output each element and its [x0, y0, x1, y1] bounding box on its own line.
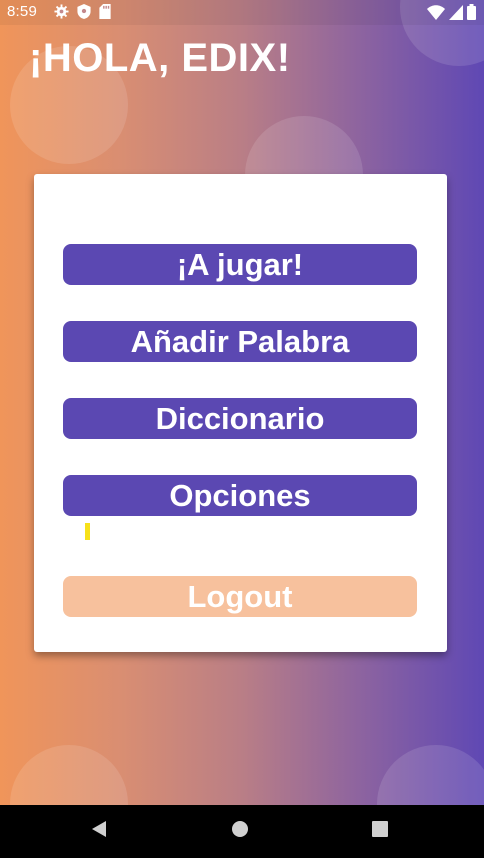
back-icon	[90, 820, 108, 843]
recents-button[interactable]	[350, 805, 410, 858]
page-title: ¡HOLA, EDIX!	[29, 36, 291, 80]
text-cursor-marker	[85, 523, 90, 540]
play-button[interactable]: ¡A jugar!	[63, 244, 417, 285]
status-time: 8:59	[7, 3, 37, 20]
status-icons-left	[54, 4, 111, 23]
signal-icon	[449, 4, 463, 24]
home-button[interactable]	[210, 805, 270, 858]
add-word-button[interactable]: Añadir Palabra	[63, 321, 417, 362]
dictionary-button[interactable]: Diccionario	[63, 398, 417, 439]
logout-button[interactable]: Logout	[63, 576, 417, 617]
battery-icon	[467, 4, 476, 24]
home-icon	[231, 820, 249, 843]
status-bar: 8:59	[0, 0, 484, 25]
options-button[interactable]: Opciones	[63, 475, 417, 516]
sd-card-icon	[99, 4, 111, 23]
settings-icon	[54, 4, 69, 23]
app-screen: 8:59 ¡HOLA, EDIX! ¡A jugar! Añadir Palab…	[0, 0, 484, 858]
shield-icon	[77, 4, 91, 23]
status-icons-right	[427, 4, 476, 24]
menu-card: ¡A jugar! Añadir Palabra Diccionario Opc…	[34, 174, 447, 652]
back-button[interactable]	[69, 805, 129, 858]
navigation-bar	[0, 805, 484, 858]
wifi-icon	[427, 4, 445, 24]
recents-icon	[371, 820, 389, 843]
